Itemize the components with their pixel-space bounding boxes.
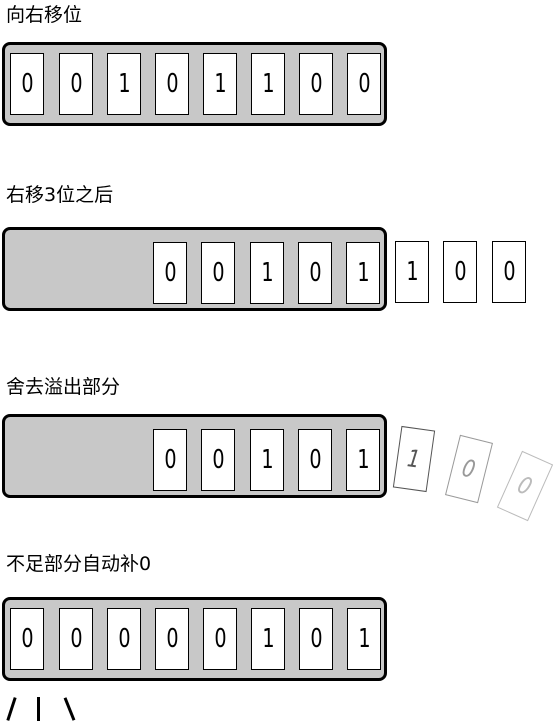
- bit-cell: 0: [203, 608, 237, 670]
- fill-in-mark: [6, 697, 17, 721]
- section-label-after-shift: 右移3位之后: [6, 184, 114, 206]
- register-result: 0 0 0 0 0 1 0 1: [2, 597, 387, 681]
- register-shifted: 0 0 1 0 1: [2, 227, 387, 311]
- bit-cell: 1: [346, 429, 380, 491]
- bit-cell: 1: [250, 242, 284, 304]
- register-truncated: 0 0 1 0 1: [2, 414, 387, 498]
- fill-in-mark: [63, 697, 76, 721]
- bit-cell: 0: [10, 53, 44, 115]
- bit-cell: 0: [153, 429, 187, 491]
- bit-cell: 0: [201, 429, 235, 491]
- bit-cell: 0: [59, 608, 93, 670]
- bit-cell: 0: [201, 242, 235, 304]
- overflow-bit-cell: 0: [443, 241, 477, 303]
- bit-cell: 0: [155, 53, 189, 115]
- section-label-shift-right: 向右移位: [6, 4, 83, 26]
- bit-cell: 0: [347, 53, 381, 115]
- overflow-bit-cell: 0: [492, 241, 526, 303]
- bit-cell: 0: [10, 608, 44, 670]
- bit-cell: 1: [203, 53, 237, 115]
- fill-in-mark: [37, 697, 40, 721]
- bit-cell: 0: [59, 53, 93, 115]
- bit-cell: 0: [298, 242, 332, 304]
- bit-cell: 0: [299, 53, 333, 115]
- bit-cell: 1: [347, 608, 381, 670]
- section-label-pad-zeros: 不足部分自动补0: [6, 553, 152, 575]
- section-label-discard-overflow: 舍去溢出部分: [6, 376, 121, 398]
- bit-cell: 0: [298, 429, 332, 491]
- discarded-bit-cell: 1: [392, 425, 436, 493]
- discarded-bit-cell: 0: [496, 450, 554, 522]
- bit-cell: 0: [299, 608, 333, 670]
- bit-cell: 1: [251, 53, 285, 115]
- bit-cell: 0: [153, 242, 187, 304]
- bit-cell: 0: [155, 608, 189, 670]
- register-original: 0 0 1 0 1 1 0 0: [2, 42, 387, 126]
- overflow-bit-cell: 1: [395, 241, 429, 303]
- bit-cell: 1: [346, 242, 380, 304]
- bit-cell: 1: [250, 429, 284, 491]
- bit-cell: 1: [107, 53, 141, 115]
- bit-cell: 1: [251, 608, 285, 670]
- discarded-bit-cell: 0: [445, 434, 493, 504]
- bit-cell: 0: [107, 608, 141, 670]
